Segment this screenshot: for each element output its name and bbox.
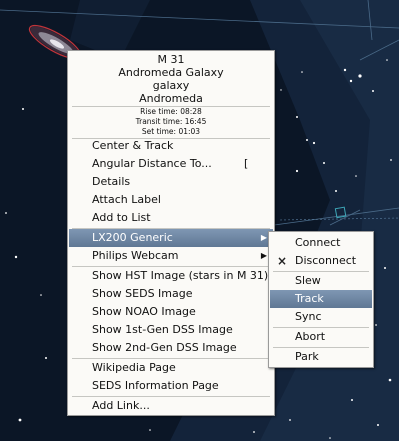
menu-item-label: Show HST Image (stars in M 31) <box>92 269 269 282</box>
menu-item-label: SEDS Information Page <box>92 379 219 392</box>
menu-item-label: Add Link... <box>92 399 150 412</box>
menu-item-seds-information-page[interactable]: SEDS Information Page <box>69 377 273 395</box>
submenu-item-label: Disconnect <box>295 254 357 267</box>
menu-item-show-hst-image[interactable]: Show HST Image (stars in M 31) <box>69 267 273 285</box>
submenu-item-track[interactable]: Track <box>270 290 372 308</box>
object-type: galaxy <box>152 79 190 92</box>
menu-item-wikipedia-page[interactable]: Wikipedia Page <box>69 359 273 377</box>
object-name: M 31 <box>157 53 185 66</box>
submenu-item-label: Sync <box>295 310 322 323</box>
menu-item-details[interactable]: Details <box>69 173 273 191</box>
submenu-item-sync[interactable]: Sync <box>270 308 372 326</box>
menu-item-show-dss1-image[interactable]: Show 1st-Gen DSS Image <box>69 321 273 339</box>
rise-time: Rise time: 08:28 <box>140 107 202 116</box>
shortcut-label: [ <box>244 157 249 170</box>
submenu-item-slew[interactable]: Slew <box>270 272 372 290</box>
submenu-item-label: Slew <box>295 274 321 287</box>
submenu-item-abort[interactable]: Abort <box>270 328 372 346</box>
menu-item-show-noao-image[interactable]: Show NOAO Image <box>69 303 273 321</box>
submenu-item-label: Park <box>295 350 319 363</box>
submenu-item-park[interactable]: Park <box>270 348 372 366</box>
menu-item-attach-label[interactable]: Attach Label <box>69 191 273 209</box>
submenu-item-label: Connect <box>295 236 341 249</box>
menu-item-label: Details <box>92 175 131 188</box>
menu-item-add-to-list[interactable]: Add to List <box>69 209 273 227</box>
submenu-item-connect[interactable]: Connect <box>270 234 372 252</box>
menu-item-center-track[interactable]: Center & Track <box>69 137 273 155</box>
menu-item-label: LX200 Generic <box>92 231 173 244</box>
menu-item-lx200-generic[interactable]: LX200 Generic ▶ <box>69 229 273 247</box>
menu-item-label: Show SEDS Image <box>92 287 193 300</box>
menu-item-label: Wikipedia Page <box>92 361 176 374</box>
menu-item-show-dss2-image[interactable]: Show 2nd-Gen DSS Image <box>69 339 273 357</box>
menu-item-show-seds-image[interactable]: Show SEDS Image <box>69 285 273 303</box>
menu-item-label: Attach Label <box>92 193 161 206</box>
submenu-arrow-icon: ▶ <box>260 233 267 242</box>
menu-item-label: Philips Webcam <box>92 249 179 262</box>
set-time: Set time: 01:03 <box>141 127 201 136</box>
menu-item-label: Show 2nd-Gen DSS Image <box>92 341 237 354</box>
object-common-name: Andromeda Galaxy <box>118 66 224 79</box>
menu-item-label: Show 1st-Gen DSS Image <box>92 323 233 336</box>
submenu-item-label: Track <box>295 292 324 305</box>
close-icon: × <box>277 254 288 268</box>
submenu-arrow-icon: ▶ <box>260 251 267 260</box>
menu-item-philips-webcam[interactable]: Philips Webcam ▶ <box>69 247 273 265</box>
object-context-menu: M 31 Andromeda Galaxy galaxy Andromeda R… <box>67 50 275 416</box>
menu-item-angular-distance[interactable]: Angular Distance To... [ <box>69 155 273 173</box>
transit-time: Transit time: 16:45 <box>135 117 207 126</box>
menu-item-add-link[interactable]: Add Link... <box>69 397 273 415</box>
menu-item-label: Center & Track <box>92 139 174 152</box>
menu-item-label: Show NOAO Image <box>92 305 196 318</box>
menu-item-label: Add to List <box>92 211 151 224</box>
object-constellation: Andromeda <box>139 92 203 105</box>
telescope-submenu: Connect × Disconnect Slew Track Sync Abor… <box>268 231 374 368</box>
menu-item-label: Angular Distance To... <box>92 157 212 170</box>
submenu-item-label: Abort <box>295 330 326 343</box>
submenu-item-disconnect[interactable]: × Disconnect <box>270 252 372 270</box>
